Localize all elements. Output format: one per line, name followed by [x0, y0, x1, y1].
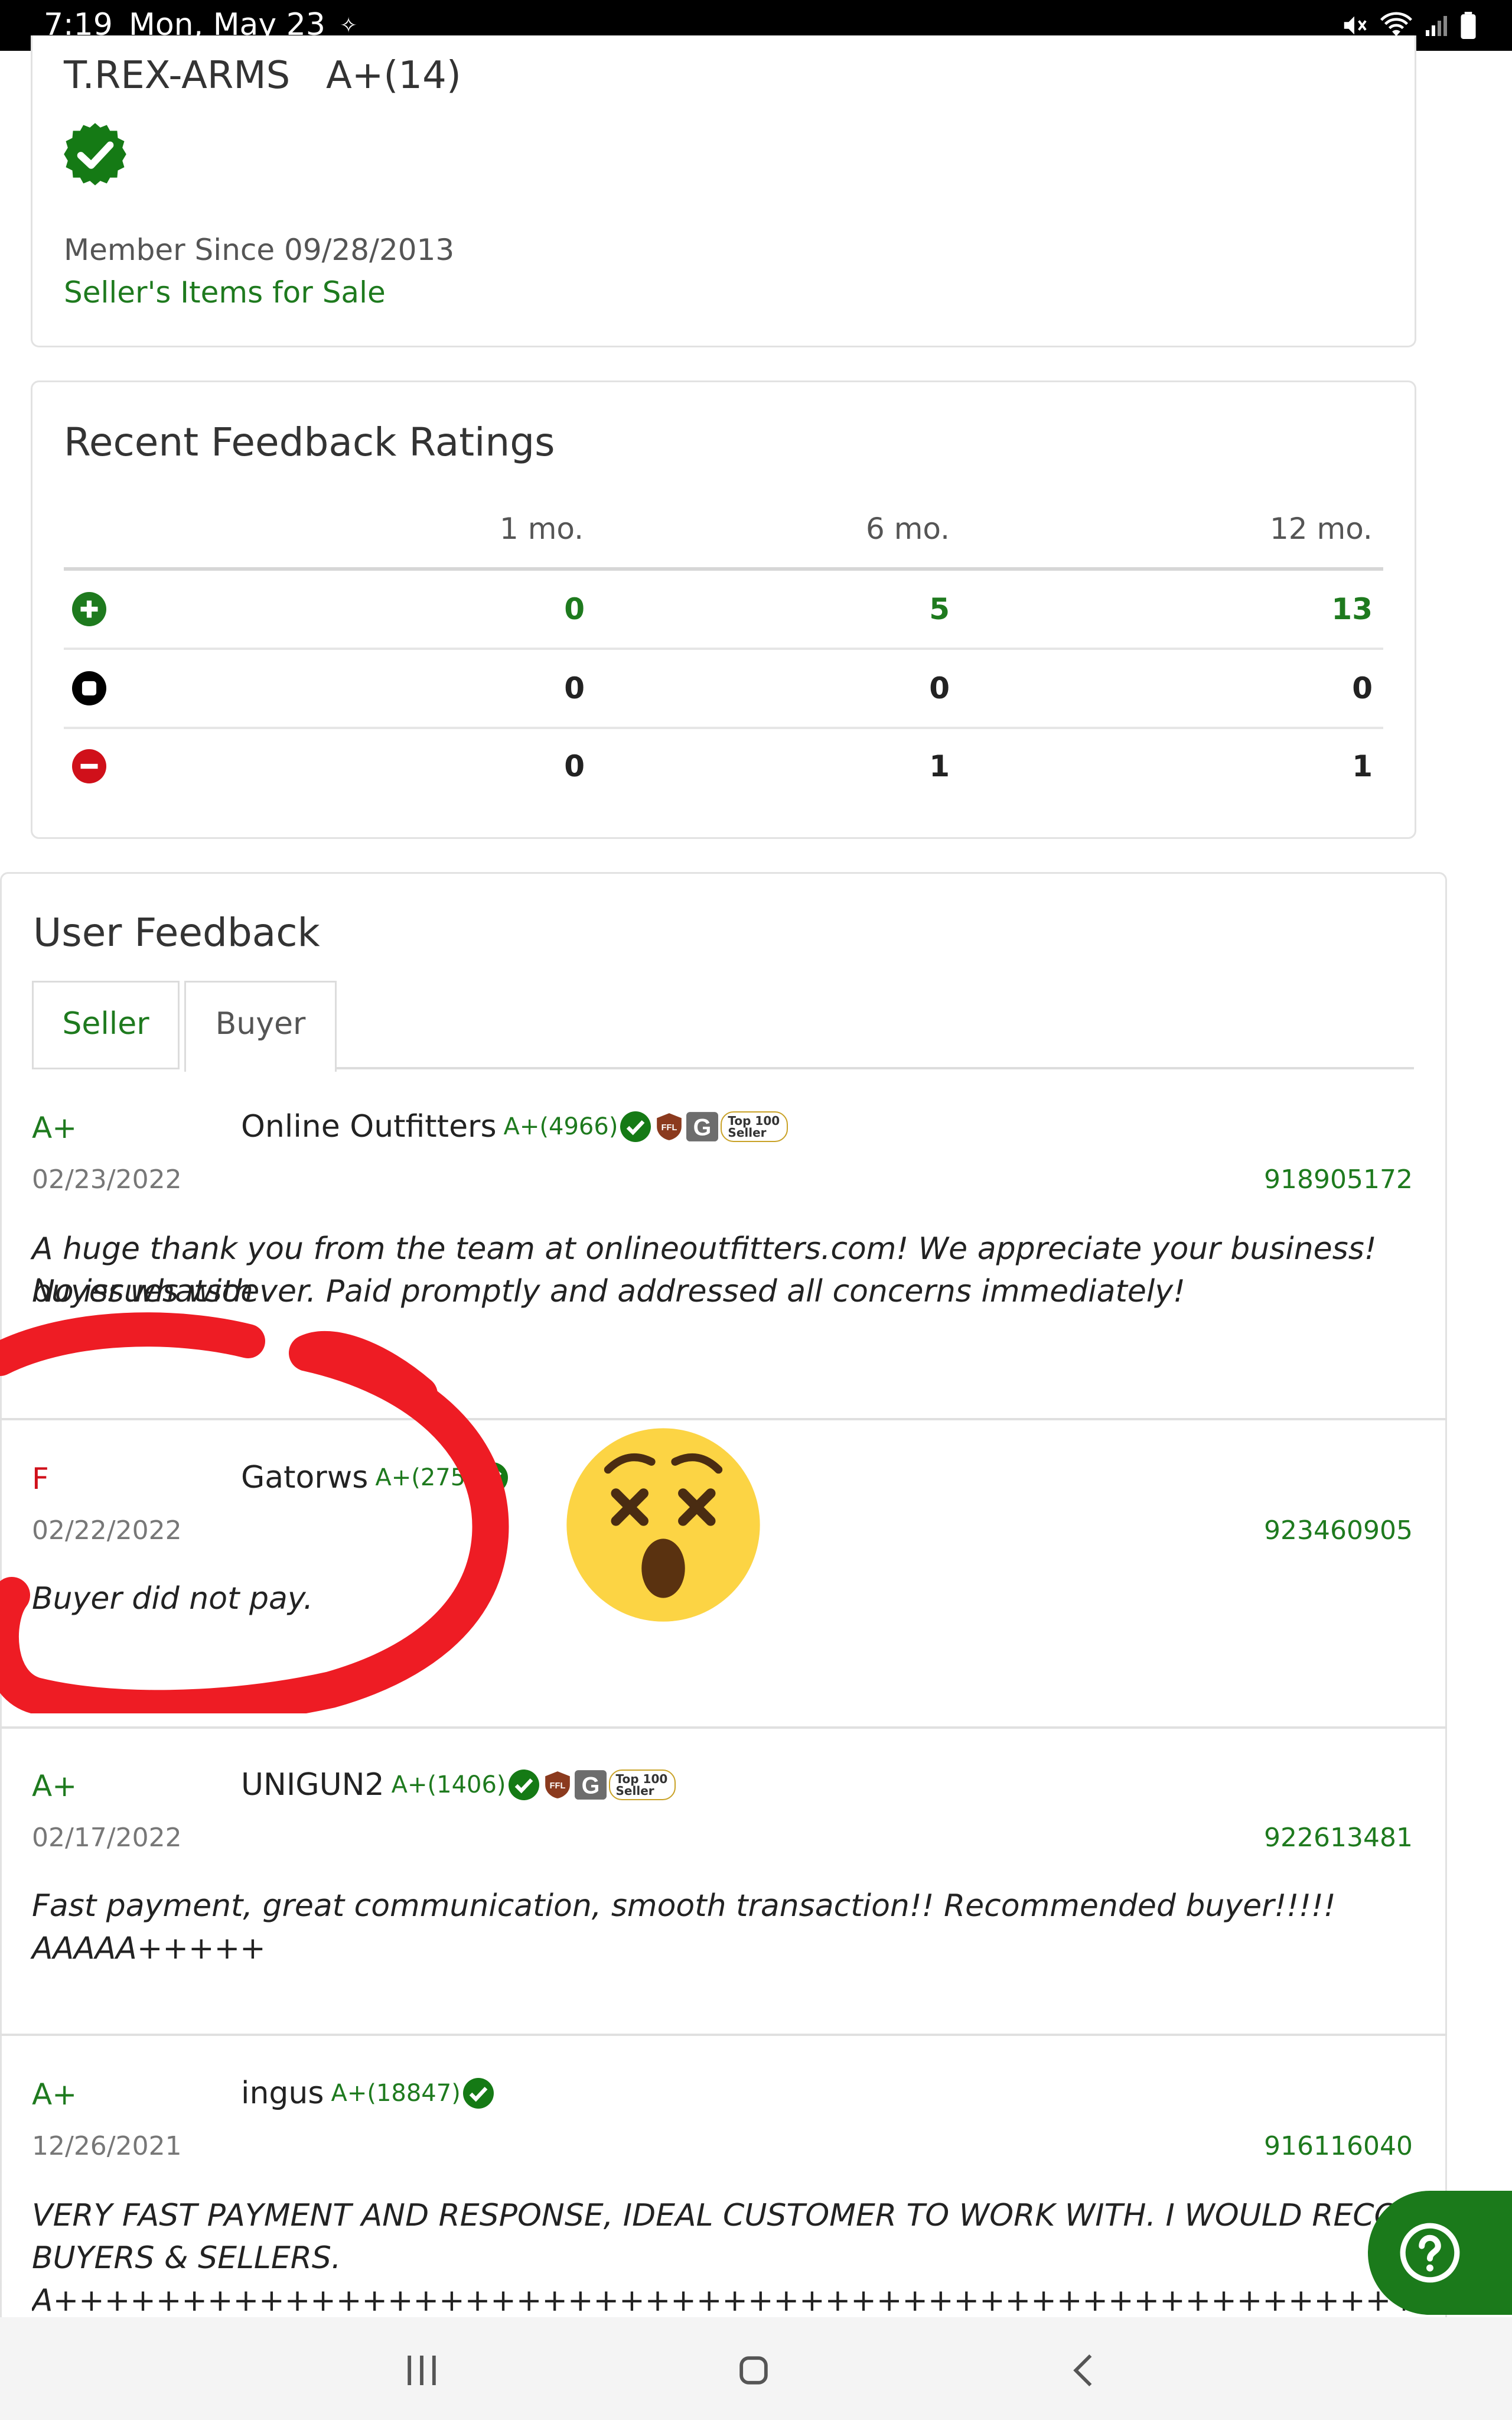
verified-icon — [508, 1770, 539, 1800]
neutral-12mo: 0 — [1352, 671, 1373, 705]
help-icon — [1400, 2223, 1460, 2283]
system-nav-bar — [0, 2317, 1512, 2420]
home-icon[interactable] — [724, 2341, 783, 2400]
svg-text:FFL: FFL — [662, 1123, 677, 1133]
plus-circle-icon — [72, 592, 106, 626]
svg-text:FFL: FFL — [549, 1781, 565, 1791]
battery-icon — [1461, 12, 1476, 39]
negative-6mo: 1 — [929, 749, 950, 783]
ffl-badge-icon: FFL — [657, 1113, 682, 1140]
user-feedback-card — [0, 872, 1447, 2385]
user-feedback-title: User Feedback — [33, 910, 320, 955]
feedback-listing-id[interactable]: 916116040 — [1264, 2128, 1413, 2165]
feedback-user-name[interactable]: ingus — [241, 2076, 324, 2111]
feedback-listing-id[interactable]: 918905172 — [1264, 1162, 1413, 1198]
column-header-1mo: 1 mo. — [500, 512, 584, 546]
feedback-comment-line: VERY FAST PAYMENT AND RESPONSE, IDEAL CU… — [32, 2198, 1508, 2233]
minus-circle-icon — [72, 749, 106, 783]
row-divider — [64, 648, 1383, 650]
feedback-user[interactable]: Online Outfitters A+(4966) FFL G Top 100… — [241, 1106, 788, 1147]
sellers-items-link[interactable]: Seller's Items for Sale — [64, 272, 386, 313]
g-badge-icon: G — [686, 1112, 719, 1141]
feedback-listing-id[interactable]: 922613481 — [1264, 1820, 1413, 1856]
verified-icon — [620, 1111, 651, 1142]
recent-feedback-title: Recent Feedback Ratings — [64, 419, 555, 465]
svg-text:G: G — [693, 1115, 712, 1141]
neutral-1mo: 0 — [564, 671, 585, 705]
signal-icon — [1426, 16, 1447, 36]
row-divider — [64, 727, 1383, 729]
verified-icon — [462, 2078, 494, 2109]
g-badge-icon: G — [574, 1770, 607, 1800]
feedback-user-name[interactable]: UNIGUN2 — [241, 1767, 384, 1803]
feedback-comment-line: buyer whatsoever. Paid promptly and addr… — [32, 1274, 1185, 1309]
feedback-date: 12/26/2021 — [32, 2131, 182, 2161]
feedback-user-rating: A+(4966) — [503, 1113, 618, 1140]
top100-seller-badge: Top 100 Seller — [608, 1770, 676, 1800]
feedback-date: 02/22/2022 — [32, 1515, 182, 1546]
positive-12mo: 13 — [1331, 592, 1373, 626]
column-header-12mo: 12 mo. — [1270, 512, 1373, 546]
help-button[interactable] — [1368, 2191, 1512, 2315]
feedback-grade: F — [32, 1462, 49, 1496]
feedback-user-name[interactable]: Gatorws — [241, 1460, 368, 1495]
negative-1mo: 0 — [564, 749, 585, 783]
table-header-divider — [64, 567, 1383, 571]
feedback-comment-line: BUYERS & SELLERS. — [32, 2240, 341, 2276]
feedback-divider — [0, 1726, 1447, 1729]
feedback-listing-id[interactable]: 923460905 — [1264, 1512, 1413, 1549]
feedback-grade: A+ — [32, 1769, 77, 1803]
positive-6mo: 5 — [929, 592, 950, 626]
feedback-comment-line: Fast payment, great communication, smoot… — [32, 1888, 1336, 1966]
feedback-user-rating: A+(1406) — [391, 1771, 506, 1798]
tab-seller[interactable]: Seller — [32, 981, 180, 1069]
feedback-date: 02/17/2022 — [32, 1823, 182, 1853]
feedback-comment-line: Buyer did not pay. — [32, 1581, 314, 1616]
feedback-comment-line: A+++++++++++++++++++++++++++++++++++++++… — [32, 2283, 1512, 2318]
feedback-grade: A+ — [32, 2077, 77, 2112]
top100-seller-badge: Top 100 Seller — [721, 1111, 788, 1142]
verified-seal-icon — [64, 123, 126, 186]
feedback-divider — [0, 2034, 1447, 2036]
column-header-6mo: 6 mo. — [866, 512, 950, 546]
tabs-divider — [337, 1067, 1414, 1069]
feedback-grade: A+ — [32, 1111, 77, 1145]
seller-rating: A+(14) — [326, 54, 461, 97]
positive-1mo: 0 — [564, 592, 585, 626]
verified-icon — [477, 1462, 508, 1493]
neutral-6mo: 0 — [929, 671, 950, 705]
recent-apps-icon[interactable] — [392, 2341, 451, 2400]
back-icon[interactable] — [1056, 2341, 1115, 2400]
svg-text:G: G — [581, 1773, 599, 1799]
feedback-user[interactable]: UNIGUN2 A+(1406) FFL G Top 100 Seller — [241, 1764, 676, 1806]
feedback-user-name[interactable]: Online Outfitters — [241, 1109, 497, 1144]
feedback-user-rating: A+(275) — [375, 1464, 475, 1491]
negative-12mo: 1 — [1352, 749, 1373, 783]
feedback-user[interactable]: Gatorws A+(275) — [241, 1457, 508, 1498]
stop-circle-icon — [72, 671, 106, 705]
ffl-badge-icon: FFL — [545, 1771, 570, 1798]
feedback-divider — [0, 1418, 1447, 1420]
feedback-user-rating: A+(18847) — [331, 2080, 461, 2107]
member-since: Member Since 09/28/2013 — [64, 233, 455, 267]
tab-buyer[interactable]: Buyer — [184, 981, 337, 1072]
feedback-user[interactable]: ingus A+(18847) — [241, 2073, 494, 2114]
feedback-date: 02/23/2022 — [32, 1165, 182, 1195]
seller-name: T.REX-ARMS — [64, 54, 291, 97]
